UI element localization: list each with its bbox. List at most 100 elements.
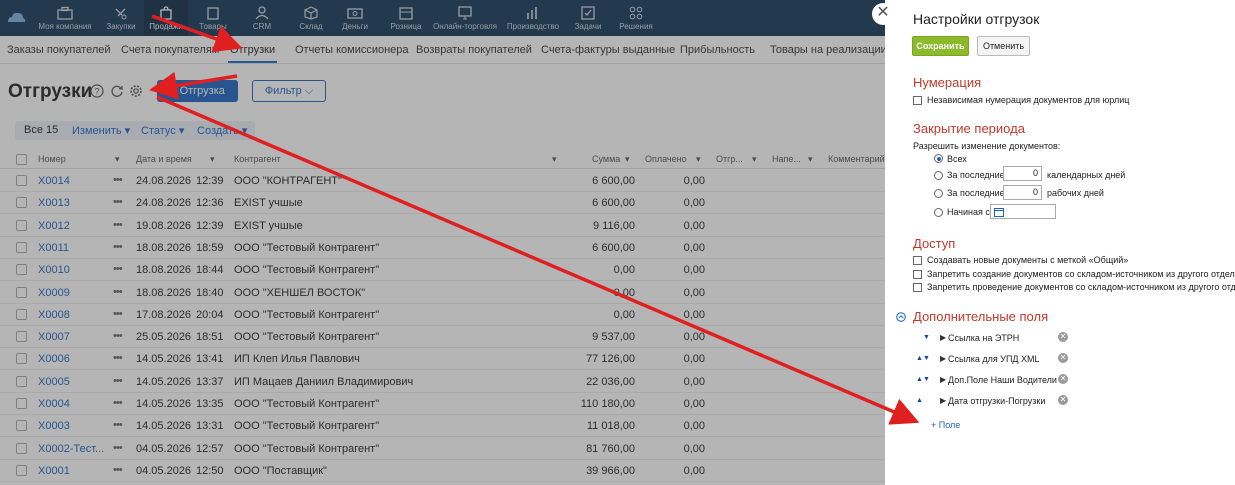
table-row[interactable]: X0012 ••• 19.08.2026 12:39 EXIST учшые 9 116,… <box>0 215 885 237</box>
row-number-link[interactable]: X0002-Тест... <box>38 443 104 455</box>
move-up-icon[interactable]: ▲ <box>916 376 923 383</box>
row-number-link[interactable]: X0001 <box>38 465 70 477</box>
row-checkbox[interactable] <box>16 219 27 231</box>
col-sum[interactable]: Сумма <box>592 154 620 164</box>
row-checkbox[interactable] <box>16 442 27 454</box>
row-checkbox[interactable] <box>16 464 27 476</box>
extra-field-row[interactable]: ▲ ▼ ▶ Доп.Поле Наши Водители ✕ <box>915 373 1075 389</box>
move-up-icon[interactable]: ▲ <box>916 397 923 404</box>
nav-item-warehouse[interactable]: Склад <box>290 0 332 36</box>
extra-field-row[interactable]: ▲ ▶ Дата отгрузки-Погрузки ✕ <box>915 394 1075 410</box>
row-menu-icon[interactable]: ••• <box>113 219 123 231</box>
collapse-circle-icon[interactable] <box>896 312 906 322</box>
refresh-icon[interactable] <box>110 84 124 98</box>
col-date[interactable]: Дата и время <box>136 154 192 164</box>
row-number-link[interactable]: X0011 <box>38 242 69 254</box>
row-menu-icon[interactable]: ••• <box>113 352 123 364</box>
start-date-input[interactable] <box>990 204 1056 219</box>
row-checkbox[interactable] <box>16 286 27 298</box>
row-number-link[interactable]: X0008 <box>38 309 70 321</box>
table-row[interactable]: X0007 ••• 25.05.2026 18:51 ООО "Тестовый Кон… <box>0 326 885 349</box>
row-menu-icon[interactable]: ••• <box>113 464 123 476</box>
row-menu-icon[interactable]: ••• <box>113 330 123 342</box>
subnav-orders[interactable]: Заказы покупателей <box>7 44 111 56</box>
period-all-radio[interactable] <box>934 154 943 163</box>
table-row[interactable]: X0014 ••• 24.08.2026 12:39 ООО "КОНТРАГЕНТ" 6… <box>0 170 885 192</box>
subnav-returns[interactable]: Возвраты покупателей <box>416 44 532 56</box>
nav-item-money[interactable]: Деньги <box>333 0 377 36</box>
row-number-link[interactable]: X0005 <box>38 376 70 388</box>
table-row[interactable]: X0002-Тест... ••• 04.05.2026 12:57 ООО "Тест… <box>0 438 885 460</box>
subnav-profitability[interactable]: Прибыльность <box>680 44 755 56</box>
row-checkbox[interactable] <box>16 420 27 432</box>
nav-item-solutions[interactable]: Решения <box>614 0 658 36</box>
calendar-icon[interactable] <box>994 207 1004 217</box>
row-menu-icon[interactable]: ••• <box>113 196 123 208</box>
row-menu-icon[interactable]: ••• <box>113 308 123 320</box>
nav-item-crm[interactable]: CRM <box>240 0 284 36</box>
table-row[interactable]: X0009 ••• 18.08.2026 18:40 ООО "ХЕНШЕЛ ВОСТО… <box>0 282 885 304</box>
expand-icon[interactable]: ▶ <box>940 354 946 363</box>
col-paid[interactable]: Оплачено <box>645 154 687 164</box>
work-days-input[interactable]: 0 <box>1003 185 1042 200</box>
row-checkbox[interactable] <box>16 331 27 343</box>
row-menu-icon[interactable]: ••• <box>113 397 123 409</box>
table-row[interactable]: X0010 ••• 18.08.2026 18:44 ООО "Тестовый Кон… <box>0 259 885 282</box>
row-number-link[interactable]: X0014 <box>38 175 70 187</box>
col-shipped[interactable]: Отгр... <box>716 154 743 164</box>
table-row[interactable]: X0011 ••• 18.08.2026 18:59 ООО "Тестовый Кон… <box>0 237 885 259</box>
add-field-link[interactable]: + Поле <box>931 420 960 430</box>
col-date-sort-icon[interactable]: ▾ <box>210 154 215 165</box>
expand-icon[interactable]: ▶ <box>940 333 946 342</box>
row-number-link[interactable]: X0003 <box>38 420 70 432</box>
col-invoice[interactable]: Напе... <box>772 154 801 164</box>
table-row[interactable]: X0004 ••• 14.05.2026 13:35 ООО "Тестовый Кон… <box>0 393 885 415</box>
row-number-link[interactable]: X0013 <box>38 197 70 209</box>
col-number-sort-icon[interactable]: ▾ <box>115 154 120 165</box>
subnav-commission-reports[interactable]: Отчеты комиссионера <box>295 44 409 56</box>
row-checkbox[interactable] <box>16 197 27 209</box>
row-menu-icon[interactable]: ••• <box>113 419 123 431</box>
col-shipped-sort-icon[interactable]: ▾ <box>752 154 757 165</box>
row-menu-icon[interactable]: ••• <box>113 442 123 454</box>
remove-icon[interactable]: ✕ <box>1058 353 1068 363</box>
cancel-button[interactable]: Отменить <box>977 36 1030 56</box>
nav-item-online[interactable]: Онлайн-торговля <box>432 0 498 36</box>
period-start-radio[interactable] <box>934 208 943 217</box>
row-checkbox[interactable] <box>16 308 27 320</box>
shared-label-checkbox[interactable] <box>913 256 922 265</box>
add-shipment-button[interactable]: + Отгрузка <box>157 80 238 102</box>
nav-item-purchases[interactable]: Закупки <box>100 0 142 36</box>
row-number-link[interactable]: X0009 <box>38 287 70 299</box>
col-invoice-sort-icon[interactable]: ▾ <box>808 154 813 165</box>
move-down-icon[interactable]: ▼ <box>923 376 930 383</box>
period-work-radio[interactable] <box>934 189 943 198</box>
row-menu-icon[interactable]: ••• <box>113 241 123 253</box>
col-agent-sort-icon[interactable]: ▾ <box>552 154 557 165</box>
expand-icon[interactable]: ▶ <box>940 396 946 405</box>
row-checkbox[interactable] <box>16 398 27 409</box>
forbid-create-checkbox[interactable] <box>913 270 922 279</box>
row-number-link[interactable]: X0007 <box>38 331 70 343</box>
row-checkbox[interactable] <box>16 353 27 365</box>
row-menu-icon[interactable]: ••• <box>113 286 123 298</box>
nav-item-sales[interactable]: Продажи <box>144 0 188 36</box>
all-count[interactable]: Все 15 <box>24 124 58 136</box>
period-calendar-radio[interactable] <box>934 171 943 180</box>
forbid-post-checkbox[interactable] <box>913 283 922 292</box>
filter-button[interactable]: Фильтр ⌵ <box>252 80 326 102</box>
help-icon[interactable]: ? <box>90 84 104 98</box>
remove-icon[interactable]: ✕ <box>1058 374 1068 384</box>
row-menu-icon[interactable]: ••• <box>113 174 123 186</box>
row-number-link[interactable]: X0004 <box>38 398 70 410</box>
select-all-checkbox[interactable] <box>16 154 27 165</box>
independent-numbering-checkbox[interactable] <box>913 96 922 105</box>
nav-item-production[interactable]: Производство <box>504 0 562 36</box>
table-row[interactable]: X0001 ••• 04.05.2026 12:50 ООО "Поставщик" 39… <box>0 460 885 482</box>
change-menu[interactable]: Изменить ▾ <box>72 124 130 137</box>
row-checkbox[interactable] <box>16 264 27 276</box>
settings-gear-icon[interactable] <box>129 84 143 98</box>
col-number[interactable]: Номер <box>38 154 66 164</box>
table-row[interactable]: X0005 ••• 14.05.2026 13:37 ИП Мацаев Даниил … <box>0 371 885 393</box>
close-icon[interactable]: ✕ <box>872 3 894 25</box>
